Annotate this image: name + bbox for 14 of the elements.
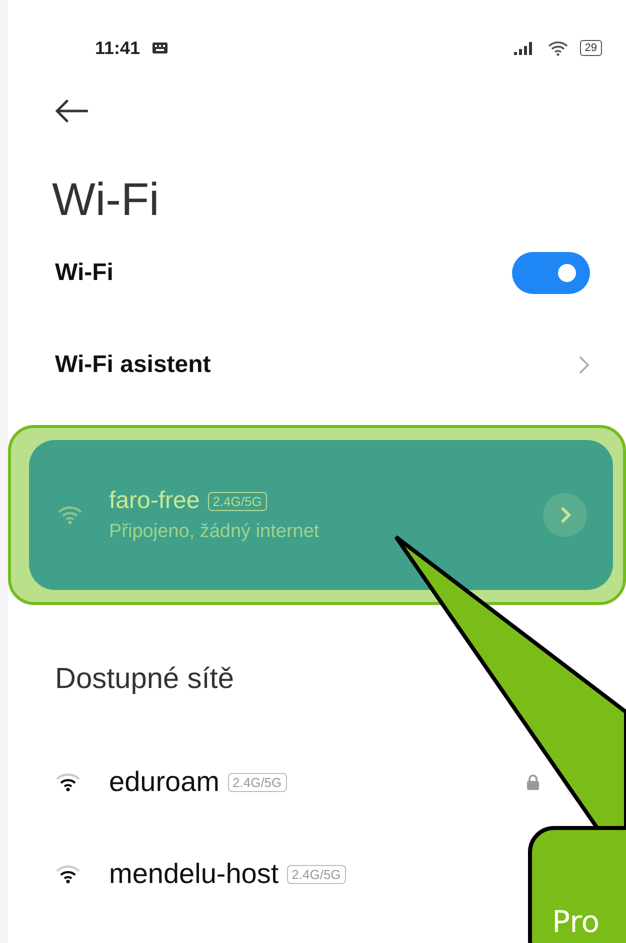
- band-tag: 2.4G/5G: [286, 864, 346, 884]
- callout-text: Pro: [552, 905, 600, 940]
- connection-status: Připojeno, žádný internet: [109, 521, 320, 543]
- band-tag: 2.4G/5G: [228, 772, 287, 792]
- network-name: faro-free: [109, 487, 200, 515]
- network-name: mendelu-host: [109, 858, 279, 890]
- battery-icon: 29: [580, 40, 602, 56]
- setting-label: Wi-Fi asistent: [55, 351, 211, 379]
- section-header: Dostupné sítě: [55, 663, 235, 696]
- network-name: eduroam: [109, 766, 220, 798]
- status-time: 11:41: [95, 38, 140, 58]
- setting-label: Wi-Fi: [55, 259, 114, 287]
- page-title: Wi-Fi: [52, 172, 160, 227]
- band-tag: 2.4G/5G: [208, 492, 267, 510]
